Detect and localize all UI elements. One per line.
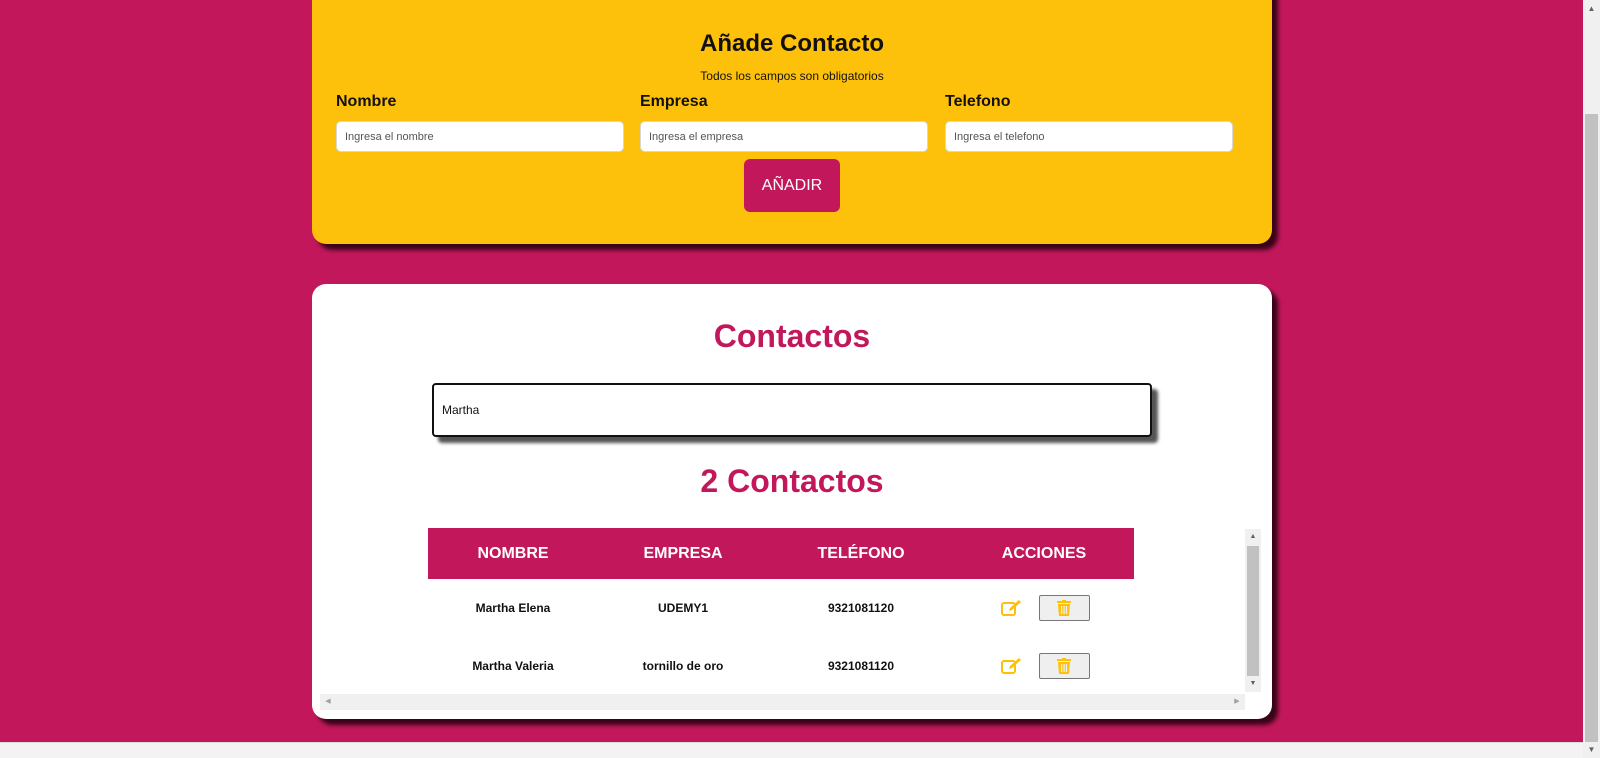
contacts-title: Contactos [713,318,871,354]
column-header-empresa: EMPRESA [643,544,723,562]
cell-empresa: tornillo de oro [642,659,724,673]
edit-icon[interactable] [999,597,1025,619]
company-input[interactable] [640,121,928,152]
name-input[interactable] [336,121,624,152]
trash-icon [1057,600,1071,616]
cell-nombre: Martha Valeria [472,659,554,673]
form-subtitle: Todos los campos son obligatorios [700,69,884,83]
table-row: Martha Valeria tornillo de oro 932108112… [428,637,1134,695]
scrollbar-thumb[interactable] [1247,546,1259,676]
search-input[interactable] [432,383,1152,437]
cell-telefono: 9321081120 [827,659,895,673]
page-scrollbar-thumb[interactable] [1585,114,1598,742]
page-scroll-up-icon[interactable]: ▲ [1583,0,1600,17]
page-bottom-edge [0,742,1583,758]
edit-icon[interactable] [999,655,1025,677]
cell-telefono: 9321081120 [827,601,895,615]
add-contact-card: Añade Contacto Todos los campos son obli… [312,0,1272,244]
contacts-card: Contactos 2 Contactos NOMBRE EMPRESA TEL… [312,284,1272,719]
page-scroll-down-icon[interactable]: ▼ [1583,741,1600,758]
company-field-group: Empresa [640,93,928,152]
scroll-down-arrow-icon[interactable]: ▼ [1245,676,1261,692]
column-header-nombre: NOMBRE [477,544,549,562]
cell-empresa: UDEMY1 [657,601,708,615]
trash-icon [1057,658,1071,674]
name-field-group: Nombre [336,93,624,152]
column-header-telefono: TELÉFONO [817,544,905,562]
cell-acciones [954,637,1134,695]
phone-input[interactable] [945,121,1233,152]
contacts-count: 2 Contactos [700,463,884,499]
table-vertical-scrollbar[interactable]: ▲ ▼ [1245,529,1261,692]
cell-acciones [954,579,1134,637]
scroll-left-arrow-icon[interactable]: ◀ [320,694,336,710]
column-header-acciones: ACCIONES [1001,544,1087,562]
contacts-table: NOMBRE EMPRESA TELÉFONO ACCIONES Martha … [428,528,1134,695]
table-row: Martha Elena UDEMY1 9321081120 [428,579,1134,637]
page-vertical-scrollbar[interactable]: ▲ ▼ [1583,0,1600,758]
delete-button[interactable] [1038,595,1090,621]
cell-nombre: Martha Elena [475,601,551,615]
form-title: Añade Contacto [699,30,884,57]
phone-label: Telefono [945,93,1011,110]
scroll-right-arrow-icon[interactable]: ▶ [1229,694,1245,710]
phone-field-group: Telefono [945,93,1233,152]
name-label: Nombre [336,93,397,110]
table-header-row: NOMBRE EMPRESA TELÉFONO ACCIONES [428,528,1134,579]
scroll-up-arrow-icon[interactable]: ▲ [1245,529,1261,545]
contacts-table-wrapper: NOMBRE EMPRESA TELÉFONO ACCIONES Martha … [428,528,1134,695]
company-label: Empresa [640,93,708,110]
add-button[interactable]: AÑADIR [744,159,840,212]
delete-button[interactable] [1038,653,1090,679]
table-horizontal-scrollbar[interactable]: ◀ ▶ [320,694,1245,710]
